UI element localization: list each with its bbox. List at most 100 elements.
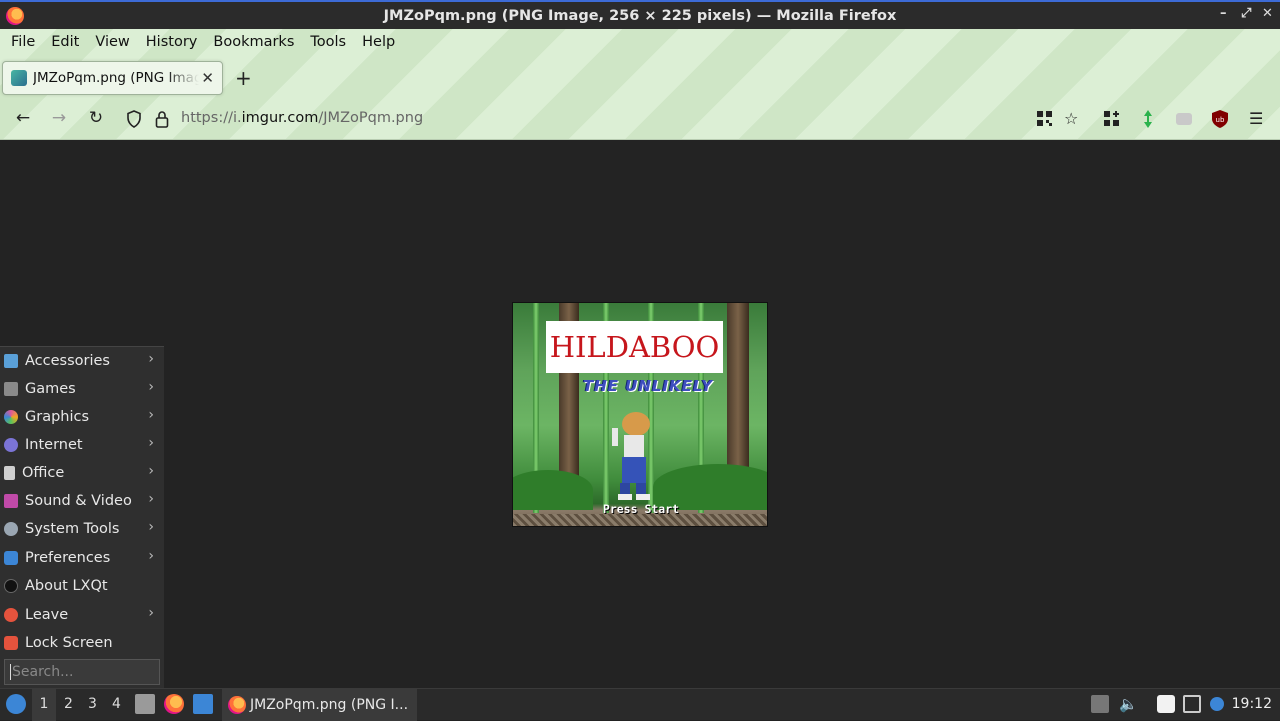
menu-item-label: Preferences <box>25 550 111 566</box>
game-logo-text: HILDABOO <box>549 330 720 364</box>
file-manager-icon[interactable] <box>135 694 155 714</box>
office-icon <box>4 466 15 480</box>
menu-tools[interactable]: Tools <box>302 34 354 50</box>
preferences-icon <box>4 551 18 565</box>
menu-item-label: Games <box>25 381 76 397</box>
menu-item-label: Internet <box>25 437 83 453</box>
navigation-toolbar: ← → ↻ https://i.imgur.com/JMZoPqm.png ☆ … <box>0 100 1280 140</box>
tab-active[interactable]: JMZoPqm.png (PNG Image, 256 × 225 pixels… <box>2 61 223 95</box>
taskbar-firefox-window[interactable]: JMZoPqm.png (PNG I... <box>222 689 417 721</box>
chevron-right-icon: › <box>148 407 154 423</box>
lxqt-main-menu-icon[interactable] <box>6 694 26 714</box>
menu-item-label: Leave <box>25 607 69 623</box>
window-titlebar: JMZoPqm.png (PNG Image, 256 × 225 pixels… <box>0 0 1280 29</box>
menu-item-leave[interactable]: Leave › <box>0 601 164 629</box>
tab-title: JMZoPqm.png (PNG Image, 256 × 225 pixels… <box>33 70 199 86</box>
menu-bookmarks[interactable]: Bookmarks <box>205 34 302 50</box>
lxqt-app-menu: Accessories › Games › Graphics › Interne… <box>0 346 164 688</box>
menu-item-accessories[interactable]: Accessories › <box>0 347 164 375</box>
maximize-button[interactable]: ⤢ <box>1241 6 1251 21</box>
menu-item-label: Lock Screen <box>25 635 113 651</box>
url-path: /JMZoPqm.png <box>318 110 424 126</box>
lock-icon[interactable] <box>155 110 169 128</box>
sound-video-icon <box>4 494 18 508</box>
chevron-right-icon: › <box>148 519 154 535</box>
svg-text:ub: ub <box>1216 116 1225 124</box>
menu-help[interactable]: Help <box>354 34 403 50</box>
menu-item-label: Graphics <box>25 409 90 425</box>
internet-icon <box>4 438 18 452</box>
displayed-image[interactable]: HILDABOO THE UNLIKELY Press Start <box>512 302 768 527</box>
menu-edit[interactable]: Edit <box>43 34 87 50</box>
menu-view[interactable]: View <box>87 34 137 50</box>
menu-item-office[interactable]: Office › <box>0 459 164 487</box>
qr-code-icon[interactable] <box>1037 111 1052 126</box>
desktop-3-button[interactable]: 3 <box>88 696 97 712</box>
chevron-right-icon: › <box>148 379 154 395</box>
menu-item-internet[interactable]: Internet › <box>0 431 164 459</box>
show-desktop-icon[interactable] <box>193 694 213 714</box>
ground-strip <box>513 514 767 526</box>
chevron-right-icon: › <box>148 605 154 621</box>
menu-item-lock-screen[interactable]: Lock Screen <box>0 629 164 657</box>
menu-history[interactable]: History <box>138 34 206 50</box>
desktop-4-button[interactable]: 4 <box>112 696 121 712</box>
extension-gray-icon[interactable] <box>1176 113 1192 125</box>
menu-item-label: Accessories <box>25 353 110 369</box>
menu-search-input[interactable]: Search... <box>4 659 160 685</box>
tray-up-arrow-icon[interactable] <box>1091 695 1109 713</box>
tracking-shield-icon[interactable] <box>126 110 142 128</box>
ublock-origin-icon[interactable]: ub <box>1212 110 1228 128</box>
close-window-button[interactable]: ✕ <box>1262 6 1273 21</box>
window-title: JMZoPqm.png (PNG Image, 256 × 225 pixels… <box>383 7 897 24</box>
extension-green-icon[interactable] <box>1144 110 1152 128</box>
clipboard-icon[interactable] <box>1157 695 1175 713</box>
menu-bar: File Edit View History Bookmarks Tools H… <box>0 29 1280 55</box>
url-domain: imgur.com <box>241 110 319 126</box>
browser-chrome: File Edit View History Bookmarks Tools H… <box>0 29 1280 140</box>
menu-item-about-lxqt[interactable]: About LXQt <box>0 572 164 600</box>
menu-item-label: About LXQt <box>25 578 108 594</box>
forward-button[interactable]: → <box>48 108 70 128</box>
firefox-logo-icon <box>6 7 24 25</box>
menu-item-graphics[interactable]: Graphics › <box>0 403 164 431</box>
graphics-icon <box>4 410 18 424</box>
panel-clock[interactable]: 19:12 <box>1232 696 1272 712</box>
tab-favicon-icon <box>11 70 27 86</box>
tab-close-button[interactable]: ✕ <box>201 69 214 87</box>
menu-item-preferences[interactable]: Preferences › <box>0 544 164 572</box>
notification-icon[interactable] <box>1210 697 1224 711</box>
new-tab-button[interactable]: + <box>235 66 252 90</box>
menu-item-label: Sound & Video <box>25 493 132 509</box>
app-menu-hamburger-icon[interactable]: ☰ <box>1249 109 1263 128</box>
menu-item-games[interactable]: Games › <box>0 375 164 403</box>
page-content: HILDABOO THE UNLIKELY Press Start <box>0 140 1280 688</box>
tab-strip: JMZoPqm.png (PNG Image, 256 × 225 pixels… <box>0 61 1280 97</box>
game-character <box>612 412 650 500</box>
menu-item-system-tools[interactable]: System Tools › <box>0 515 164 543</box>
minimize-button[interactable]: – <box>1220 6 1227 21</box>
menu-file[interactable]: File <box>3 34 43 50</box>
menu-item-sound-video[interactable]: Sound & Video › <box>0 487 164 515</box>
bookmark-star-icon[interactable]: ☆ <box>1064 109 1078 128</box>
lock-icon <box>4 636 18 650</box>
chevron-right-icon: › <box>148 548 154 564</box>
firefox-icon <box>228 696 246 714</box>
game-logo-box: HILDABOO <box>546 321 723 373</box>
reload-button[interactable]: ↻ <box>85 108 107 128</box>
url-bar[interactable]: https://i.imgur.com/JMZoPqm.png <box>181 110 423 126</box>
taskbar-panel: 1 2 3 4 JMZoPqm.png (PNG I... 🔈 19:12 <box>0 688 1280 721</box>
games-icon <box>4 382 18 396</box>
desktop-2-button[interactable]: 2 <box>64 696 73 712</box>
game-subtitle: THE UNLIKELY <box>583 377 714 395</box>
screen-icon[interactable] <box>1183 695 1201 713</box>
chevron-right-icon: › <box>148 435 154 451</box>
menu-item-label: System Tools <box>25 521 120 537</box>
chevron-right-icon: › <box>148 491 154 507</box>
chevron-right-icon: › <box>148 351 154 367</box>
extensions-icon[interactable] <box>1104 111 1119 126</box>
volume-icon[interactable]: 🔈 <box>1119 695 1138 713</box>
desktop-1-button[interactable]: 1 <box>32 689 56 721</box>
firefox-launcher-icon[interactable] <box>164 694 184 714</box>
back-button[interactable]: ← <box>12 108 34 128</box>
